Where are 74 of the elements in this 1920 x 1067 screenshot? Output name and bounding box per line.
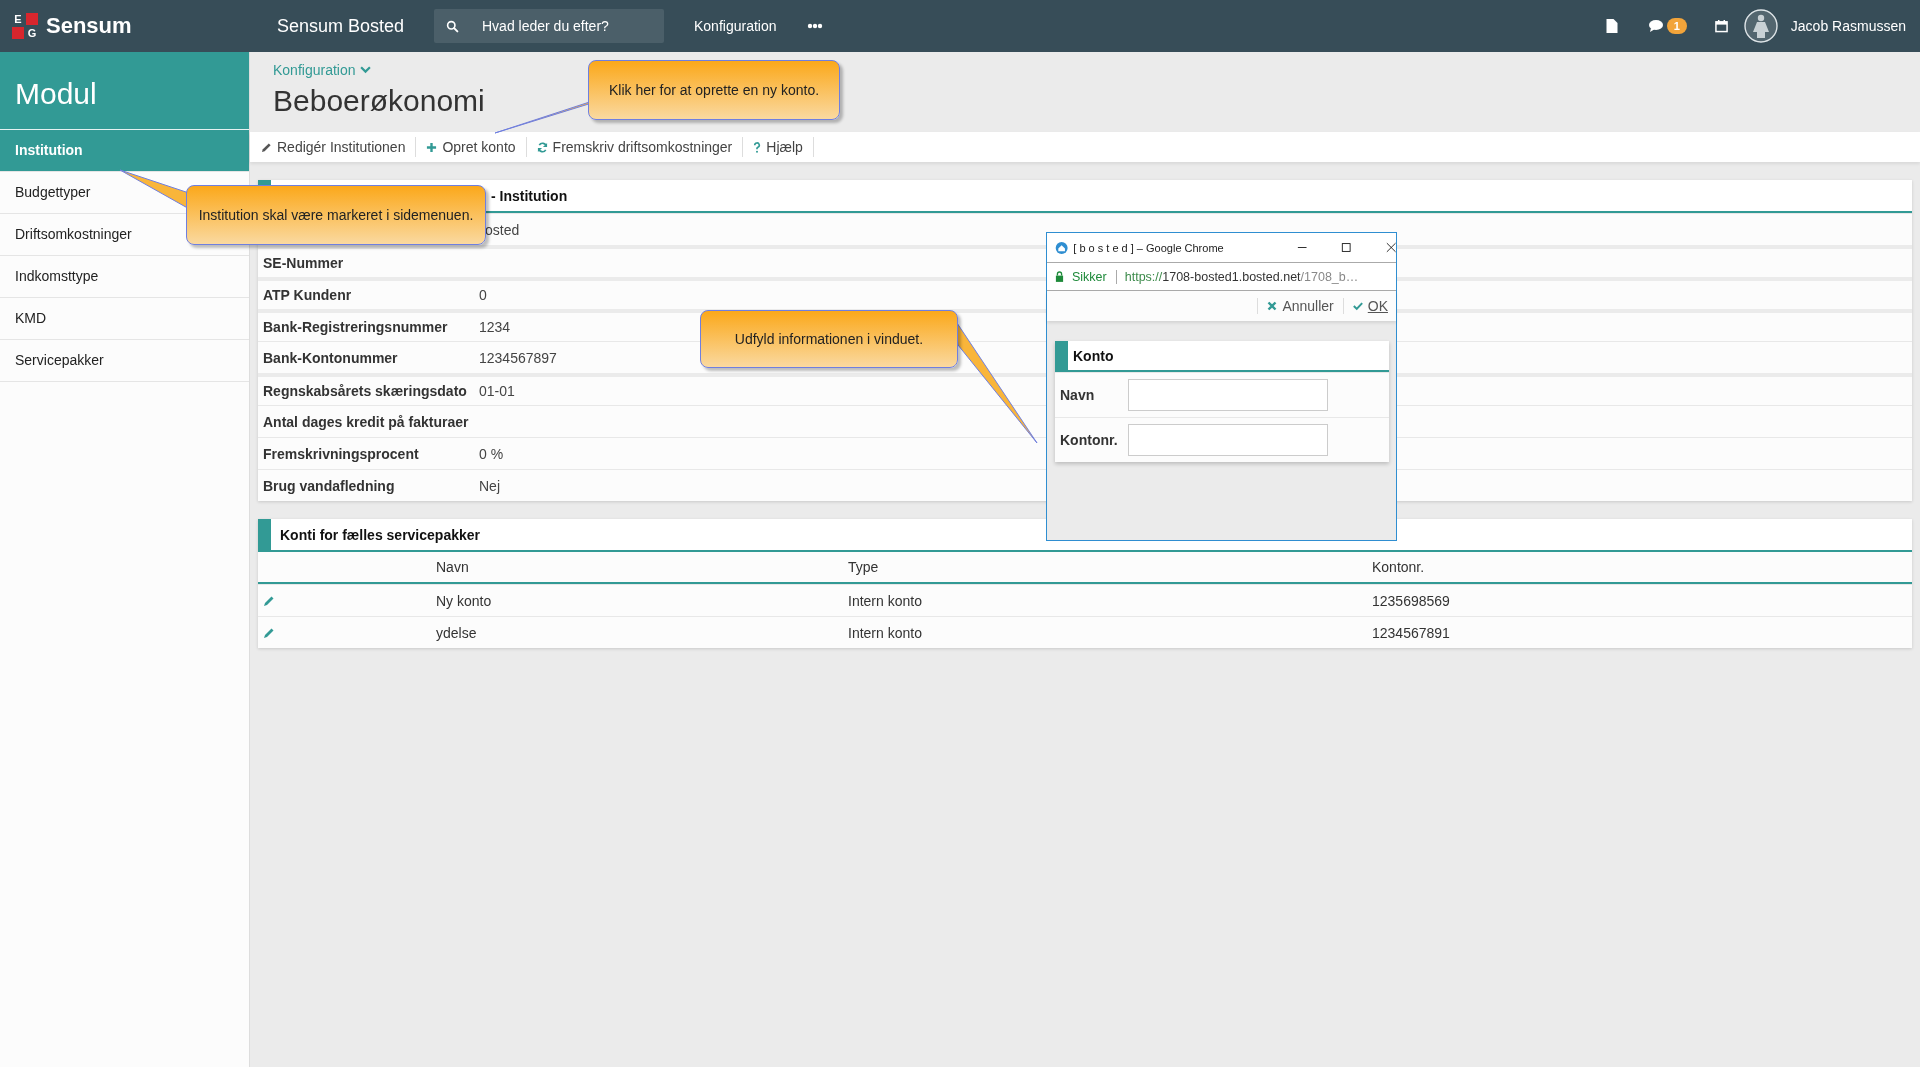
field-label: Brug vandafledning <box>263 477 395 494</box>
field-label: Bank-Registreringsnummer <box>263 319 448 335</box>
chevron-down-icon <box>359 66 371 74</box>
field-value: 0 <box>479 287 487 303</box>
refresh-icon <box>536 141 548 153</box>
close-icon <box>1267 301 1278 311</box>
cancel-button[interactable]: Annuller <box>1257 298 1343 314</box>
more-icon[interactable] <box>806 23 823 29</box>
hint-tooltip: Institution skal være markeret i sidemenuen. <box>186 185 486 245</box>
hint-tooltip: Udfyld informationen i vinduet. <box>700 310 958 368</box>
avatar-icon[interactable] <box>1743 9 1778 43</box>
maximize-icon[interactable] <box>1341 242 1352 253</box>
address-bar[interactable]: Sikker https://1708-bosted1.bosted.net/1708_b… <box>1047 263 1396 291</box>
table-cell: Intern konto <box>848 624 922 641</box>
sidebar-title: Modul <box>0 52 249 130</box>
document-icon[interactable] <box>1604 19 1618 33</box>
page-title: Beboerøkonomi <box>273 84 485 118</box>
field-value: 1234 <box>479 319 511 335</box>
url-text: https://1708-bosted1.bosted.net/1708_b… <box>1124 269 1359 284</box>
user-name[interactable]: Jacob Rasmussen <box>1790 18 1906 34</box>
field-value: 0 % <box>479 445 504 462</box>
table-cell: 1235698569 <box>1372 592 1450 609</box>
pencil-icon[interactable] <box>263 594 275 607</box>
window-title: [ b o s t e d ] – Google Chrome <box>1073 241 1225 254</box>
field-label: ATP Kundenr <box>263 287 352 303</box>
table-cell: 1234567891 <box>1372 624 1450 641</box>
field-value: 1234567897 <box>479 349 557 366</box>
toolbar-button[interactable]: Opret konto <box>416 137 527 157</box>
hint-tooltip: Klik her for at oprette en ny konto. <box>588 60 840 120</box>
field-label: Bank-Kontonummer <box>263 349 398 366</box>
field-value: 01-01 <box>479 383 515 399</box>
field-value: Nej <box>479 477 500 494</box>
sidebar-item[interactable]: Servicepakker <box>0 340 249 382</box>
field-label: Antal dages kredit på fakturaer <box>263 413 469 430</box>
panel-title: Konti for fælles servicepakker <box>280 526 480 543</box>
pencil-icon[interactable] <box>263 626 275 639</box>
calendar-icon[interactable] <box>1714 19 1728 33</box>
lock-icon <box>1055 271 1064 282</box>
input-field[interactable] <box>1128 379 1328 411</box>
sidebar-item[interactable]: KMD <box>0 298 249 340</box>
column-header: Kontonr. <box>1372 559 1425 575</box>
browser-icon <box>1055 240 1069 255</box>
comment-icon[interactable] <box>1647 19 1664 33</box>
toolbar-button[interactable]: Redigér Institutionen <box>250 137 417 157</box>
column-header: Navn <box>436 559 469 575</box>
search-icon <box>446 20 459 33</box>
input-field[interactable] <box>1128 424 1328 456</box>
plus-icon <box>426 141 438 153</box>
app-title: Sensum Bosted <box>277 15 406 37</box>
security-label: Sikker <box>1072 269 1117 284</box>
column-header: Type <box>848 559 879 575</box>
toolbar-button[interactable]: Fremskriv driftsomkostninger <box>526 137 744 157</box>
check-icon <box>1352 301 1363 311</box>
panel-title: - Institution <box>491 187 568 204</box>
sidebar-item[interactable]: Indkomsttype <box>0 256 249 298</box>
table-cell: Ny konto <box>436 592 492 609</box>
notification-badge: 1 <box>1666 18 1687 34</box>
field-label: SE-Nummer <box>263 255 344 271</box>
ok-button[interactable]: OK <box>1342 298 1396 314</box>
table-cell: ydelse <box>436 624 477 641</box>
panel-title: Konto <box>1073 347 1114 364</box>
field-value: osted <box>485 221 520 238</box>
pencil-icon <box>261 141 272 153</box>
field-label: Navn <box>1060 387 1096 403</box>
field-label: Fremskrivningsprocent <box>263 445 419 462</box>
logo-text: Sensum <box>46 13 132 39</box>
field-label: Regnskabsårets skæringsdato <box>263 383 467 399</box>
menu-link[interactable]: Konfiguration <box>694 18 777 34</box>
toolbar-button[interactable]: Hjælp <box>743 137 814 157</box>
close-icon[interactable] <box>1385 242 1396 253</box>
table-cell: Intern konto <box>848 592 922 609</box>
field-label: Kontonr. <box>1060 432 1119 448</box>
question-icon <box>753 141 762 153</box>
search-field[interactable]: Hvad leder du efter? <box>434 9 664 43</box>
